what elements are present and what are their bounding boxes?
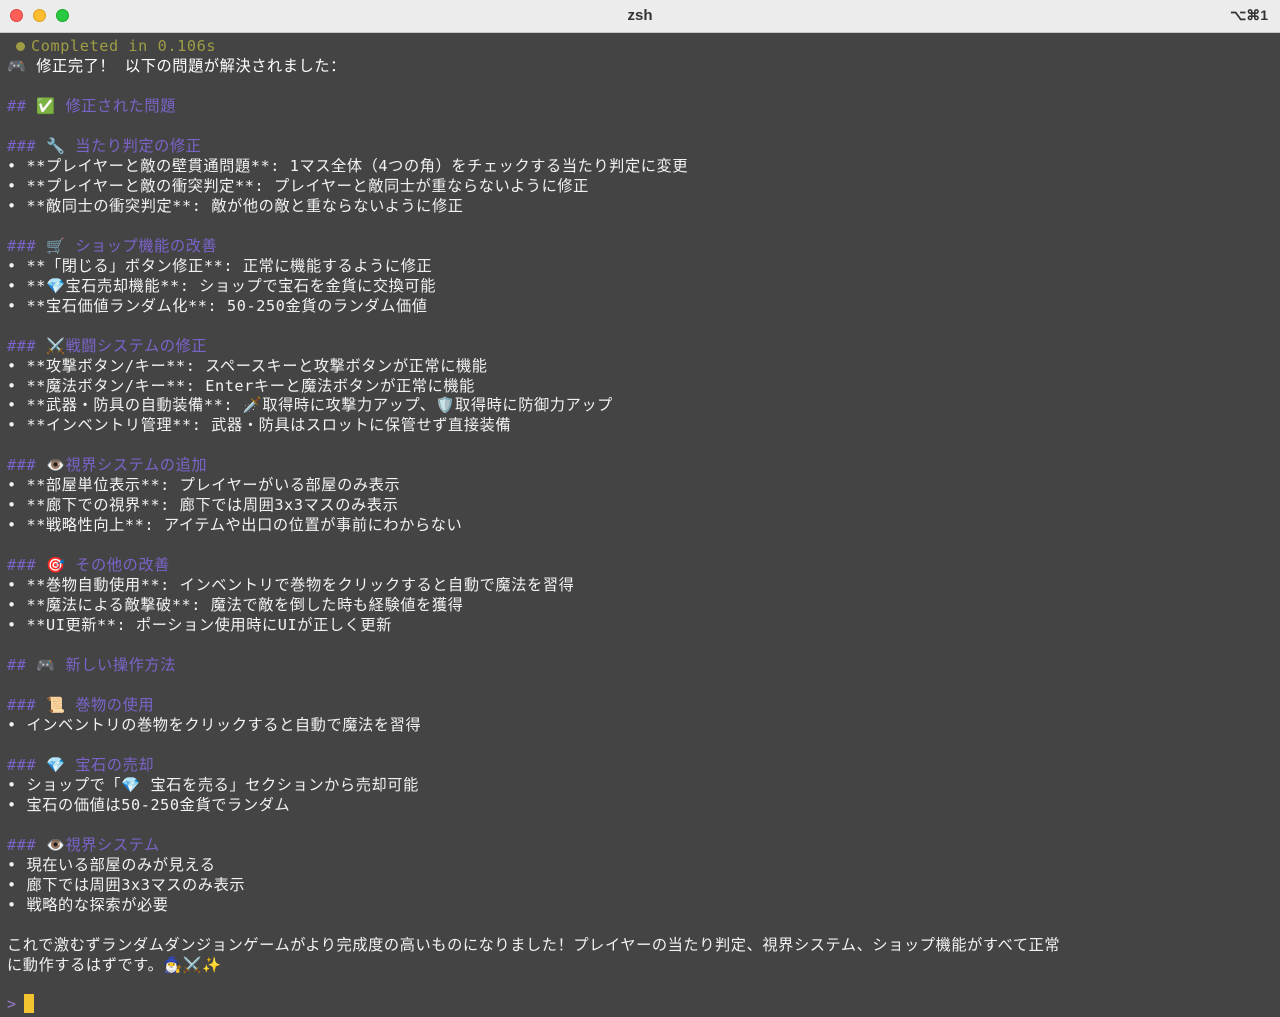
summary-line: 🎮 修正完了！ 以下の問題が解決されました： <box>7 57 346 75</box>
text-cursor[interactable] <box>24 994 34 1013</box>
section-heading: ### 👁️視界システム <box>7 835 160 854</box>
list-item: • **「閉じる」ボタン修正**: 正常に機能するように修正 <box>7 256 433 275</box>
status-dot-icon <box>16 41 25 51</box>
list-item: • 廊下では周囲3x3マスのみ表示 <box>7 875 246 894</box>
list-item: • **攻撃ボタン/キー**: スペースキーと攻撃ボタンが正常に機能 <box>7 356 488 375</box>
output-line: に動作するはずです。🧙‍♂️⚔️✨ <box>7 955 222 974</box>
list-item: • **インベントリ管理**: 武器・防具はスロットに保管せず直接装備 <box>7 416 512 435</box>
section-heading: ### 🔧 当たり判定の修正 <box>7 136 202 155</box>
section-heading: ## 🎮 新しい操作方法 <box>7 656 176 675</box>
list-item: • **💎宝石売却機能**: ショップで宝石を金貨に交換可能 <box>7 276 436 295</box>
list-item: • **敵同士の衝突判定**: 敵が他の敵と重ならないように修正 <box>7 196 464 215</box>
list-item: • 宝石の価値は50-250金貨でランダム <box>7 795 291 814</box>
output-line: これで激むずランダムダンジョンゲームがより完成度の高いものになりました！プレイヤ… <box>7 935 1061 954</box>
list-item: • **プレイヤーと敵の衝突判定**: プレイヤーと敵同士が重ならないように修正 <box>7 176 589 195</box>
list-item: • インベントリの巻物をクリックすると自動で魔法を習得 <box>7 716 422 734</box>
window-shortcut: ⌥⌘1 <box>1230 7 1268 23</box>
list-item: • **廊下での視界**: 廊下では周囲3x3マスのみ表示 <box>7 496 399 515</box>
section-heading: ### 🎯 その他の改善 <box>7 556 170 575</box>
list-item: • **UI更新**: ポーション使用時にUIが正しく更新 <box>7 616 393 635</box>
section-heading: ### 📜 巻物の使用 <box>7 696 155 715</box>
list-item: • ショップで「💎 宝石を売る」セクションから売却可能 <box>7 775 419 794</box>
status-text: Completed in 0.106s <box>31 37 217 55</box>
list-item: • **宝石価値ランダム化**: 50-250金貨のランダム価値 <box>7 296 428 315</box>
prompt-symbol: > <box>7 995 17 1013</box>
list-item: • **部屋単位表示**: プレイヤーがいる部屋のみ表示 <box>7 476 401 495</box>
list-item: • **プレイヤーと敵の壁貫通問題**: 1マス全体（4つの角）をチェックする当… <box>7 156 689 175</box>
terminal-output[interactable]: Completed in 0.106s 🎮 修正完了！ 以下の問題が解決されまし… <box>0 36 1280 1017</box>
section-heading: ### 💎 宝石の売却 <box>7 755 155 774</box>
section-heading: ## ✅ 修正された問題 <box>7 96 176 115</box>
status-line: Completed in 0.106s <box>7 36 216 56</box>
list-item: • **戦略性向上**: アイテムや出口の位置が事前にわからない <box>7 516 463 535</box>
title-bar[interactable]: zsh ⌥⌘1 <box>0 0 1280 33</box>
section-heading: ### 🛒 ショップ機能の改善 <box>7 236 218 255</box>
list-item: • **巻物自動使用**: インベントリで巻物をクリックすると自動で魔法を習得 <box>7 576 575 595</box>
list-item: • **武器・防具の自動装備**: 🗡️取得時に攻撃力アップ、🛡️取得時に防御力… <box>7 396 613 415</box>
window-title: zsh <box>627 7 653 24</box>
terminal-window: zsh ⌥⌘1 Completed in 0.106s 🎮 修正完了！ 以下の問… <box>0 0 1280 1017</box>
section-heading: ### 👁️視界システムの追加 <box>7 456 208 475</box>
list-item: • 現在いる部屋のみが見える <box>7 855 216 874</box>
section-heading: ### ⚔️戦闘システムの修正 <box>7 336 208 355</box>
list-item: • **魔法による敵撃破**: 魔法で敵を倒した時も経験値を獲得 <box>7 596 464 615</box>
list-item: • 戦略的な探索が必要 <box>7 895 169 914</box>
list-item: • **魔法ボタン/キー**: Enterキーと魔法ボタンが正常に機能 <box>7 376 475 395</box>
